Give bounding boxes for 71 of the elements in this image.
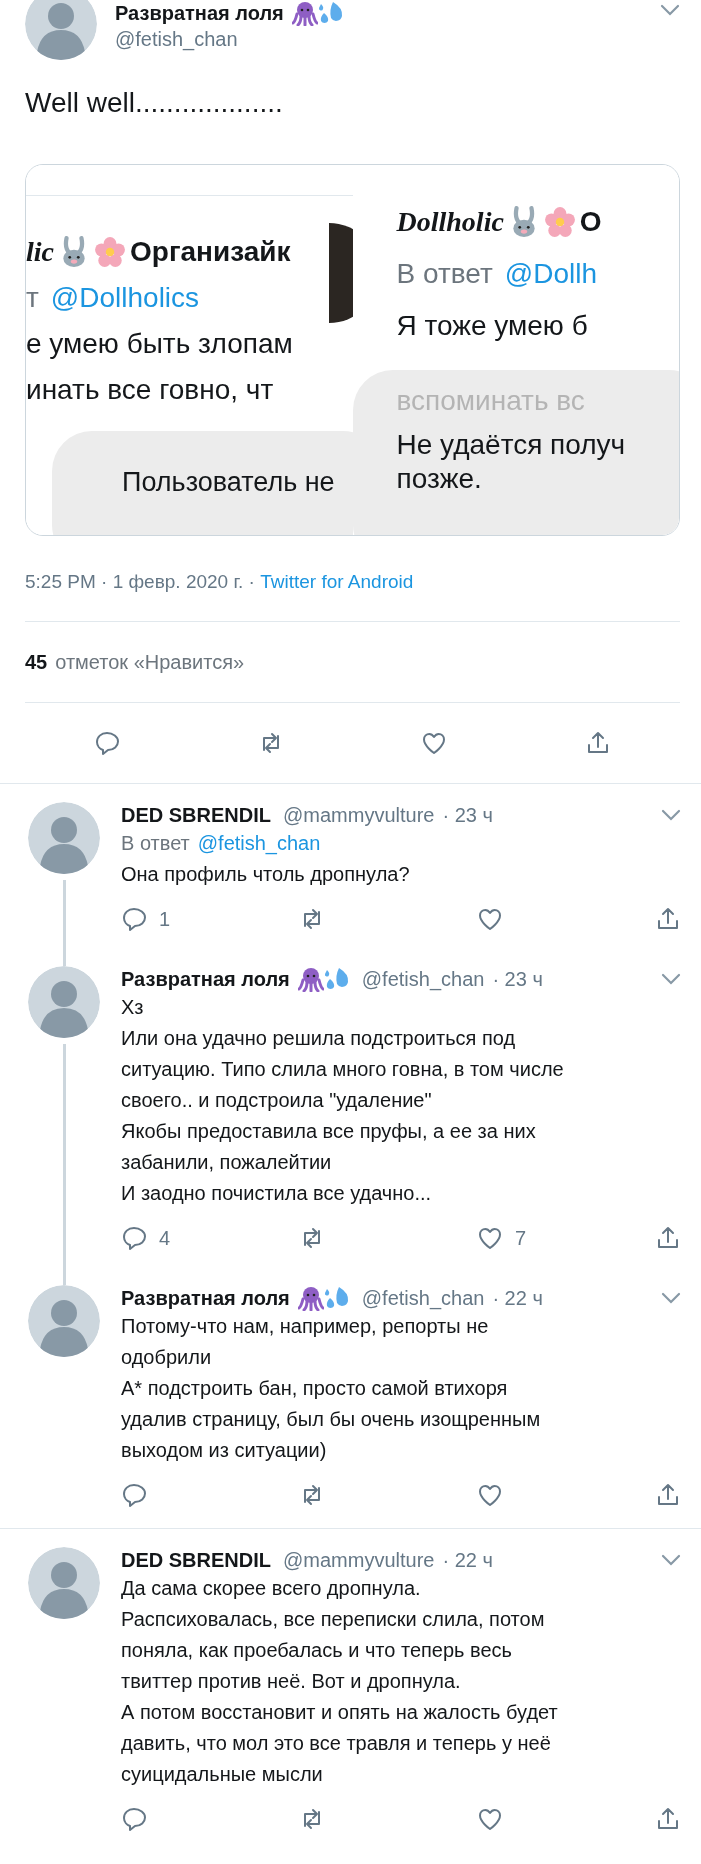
action-count: 4	[159, 1225, 171, 1251]
tweet-time: · 23 ч	[442, 802, 493, 828]
droplets-icon	[323, 965, 350, 992]
droplets-icon	[317, 0, 344, 26]
speech-bubble-icon[interactable]	[121, 905, 147, 932]
author-handle: @mammyvulture	[283, 802, 435, 828]
share-icon[interactable]	[655, 1481, 681, 1508]
action-count: 7	[515, 1225, 527, 1251]
reply-label: В ответ	[396, 257, 493, 291]
chevron-icon[interactable]	[661, 972, 681, 985]
action-count: 1	[159, 906, 171, 932]
author-handle: @fetish_chan	[115, 27, 239, 52]
display-name: О	[579, 205, 602, 239]
screenshot-collage[interactable]: lic Организайк т @Dollholics е умею быть злопам инать все говно, чт Пользователь не Dollholic О В ответ @Dollh Я тоже умею б вспоминать вс Не удаётся получ позже.	[25, 164, 680, 536]
tweet-time: · 22 ч	[492, 1285, 543, 1311]
likes-count: 45	[25, 649, 48, 675]
tweet-text: Потому-что нам, например, репорты не одобрили А* подстроить бан, просто самой втихоря удалив страницу, был бы очень изощренным выходом из ситуации)	[121, 1313, 542, 1463]
blossom-icon	[94, 236, 126, 268]
tweet-time: · 23 ч	[492, 966, 543, 992]
author-handle: @mammyvulture	[283, 1547, 435, 1573]
speech-bubble-icon[interactable]	[121, 1481, 147, 1508]
avatar[interactable]	[28, 1546, 100, 1619]
tweet-text: инать все говно, чт	[26, 373, 274, 407]
likes-label: отметок «Нравится»	[55, 649, 245, 675]
octopus-icon	[291, 0, 318, 26]
mention-link: @Dollh	[504, 257, 597, 291]
overlay-text: Не удаётся получ	[396, 428, 627, 462]
chevron-icon[interactable]	[661, 1553, 681, 1566]
avatar[interactable]	[28, 1284, 100, 1357]
speech-bubble-icon[interactable]	[93, 729, 120, 756]
reply-label: В ответ	[121, 831, 190, 854]
octopus-icon	[297, 965, 324, 992]
chevron-icon[interactable]	[660, 4, 680, 16]
share-icon[interactable]	[655, 1224, 681, 1251]
author-name: DED SBRENDIL	[121, 802, 271, 828]
chevron-icon[interactable]	[661, 808, 681, 821]
overlay-text: вспоминать вс	[396, 384, 586, 418]
tweet-text: Хз Или она удачно решила подстроиться под ситуацию. Типо слила много говна, в том числе своего.. и подстроила "удаление" Якобы предоставила все пруфы, а ее за них забанили, пожалейтии И заодно почистила все удачно...	[121, 994, 565, 1206]
avatar[interactable]	[25, 0, 97, 60]
tweet-timestamp: 5:25 PM · 1 февр. 2020 г. ·	[25, 571, 256, 592]
author-handle: @fetish_chan	[361, 966, 485, 992]
script-name: lic	[26, 235, 54, 269]
avatar[interactable]	[28, 801, 100, 874]
script-name: Dollholic	[396, 205, 504, 239]
mention-link: @Dollholics	[50, 281, 200, 315]
tweet-time: · 22 ч	[442, 1547, 493, 1573]
overlay-text: Пользователь не	[122, 466, 336, 499]
reply-label: т	[26, 281, 39, 315]
avatar[interactable]	[28, 965, 100, 1038]
source-link[interactable]: Twitter for Android	[260, 571, 414, 592]
tweet-text: Я тоже умею б	[396, 309, 588, 343]
display-name: Организайк	[130, 235, 291, 269]
share-icon[interactable]	[655, 905, 681, 932]
overlay-text: позже.	[396, 462, 483, 496]
share-icon[interactable]	[655, 1805, 681, 1832]
tweet-text: Она профиль чтоль дропнула?	[121, 861, 411, 887]
tweet-text: Well well...................	[25, 86, 284, 120]
blossom-icon	[543, 206, 576, 238]
author-name: Развратная лоля	[121, 966, 290, 992]
author-name: DED SBRENDIL	[121, 1547, 271, 1573]
author-handle: @fetish_chan	[361, 1285, 485, 1311]
author-name: Развратная лоля	[115, 1, 284, 26]
tweet-text: е умею быть злопам	[26, 327, 293, 361]
author-name: Развратная лоля	[121, 1285, 290, 1311]
tweet-text: Да сама скорее всего дропнула. Распсиховалась, все переписки слила, потом поняла, как проебалась и что теперь весь твиттер против неё. Вот и дропнула. А потом восстановит и опять на жалость будет давить, что мол это все травля и теперь у неё суицидальные мысли	[121, 1575, 559, 1787]
chevron-icon[interactable]	[661, 1291, 681, 1304]
octopus-icon	[297, 1284, 324, 1311]
mention-link[interactable]: @fetish_chan	[197, 831, 321, 854]
speech-bubble-icon[interactable]	[121, 1224, 147, 1251]
speech-bubble-icon[interactable]	[121, 1805, 147, 1832]
droplets-icon	[323, 1284, 350, 1311]
